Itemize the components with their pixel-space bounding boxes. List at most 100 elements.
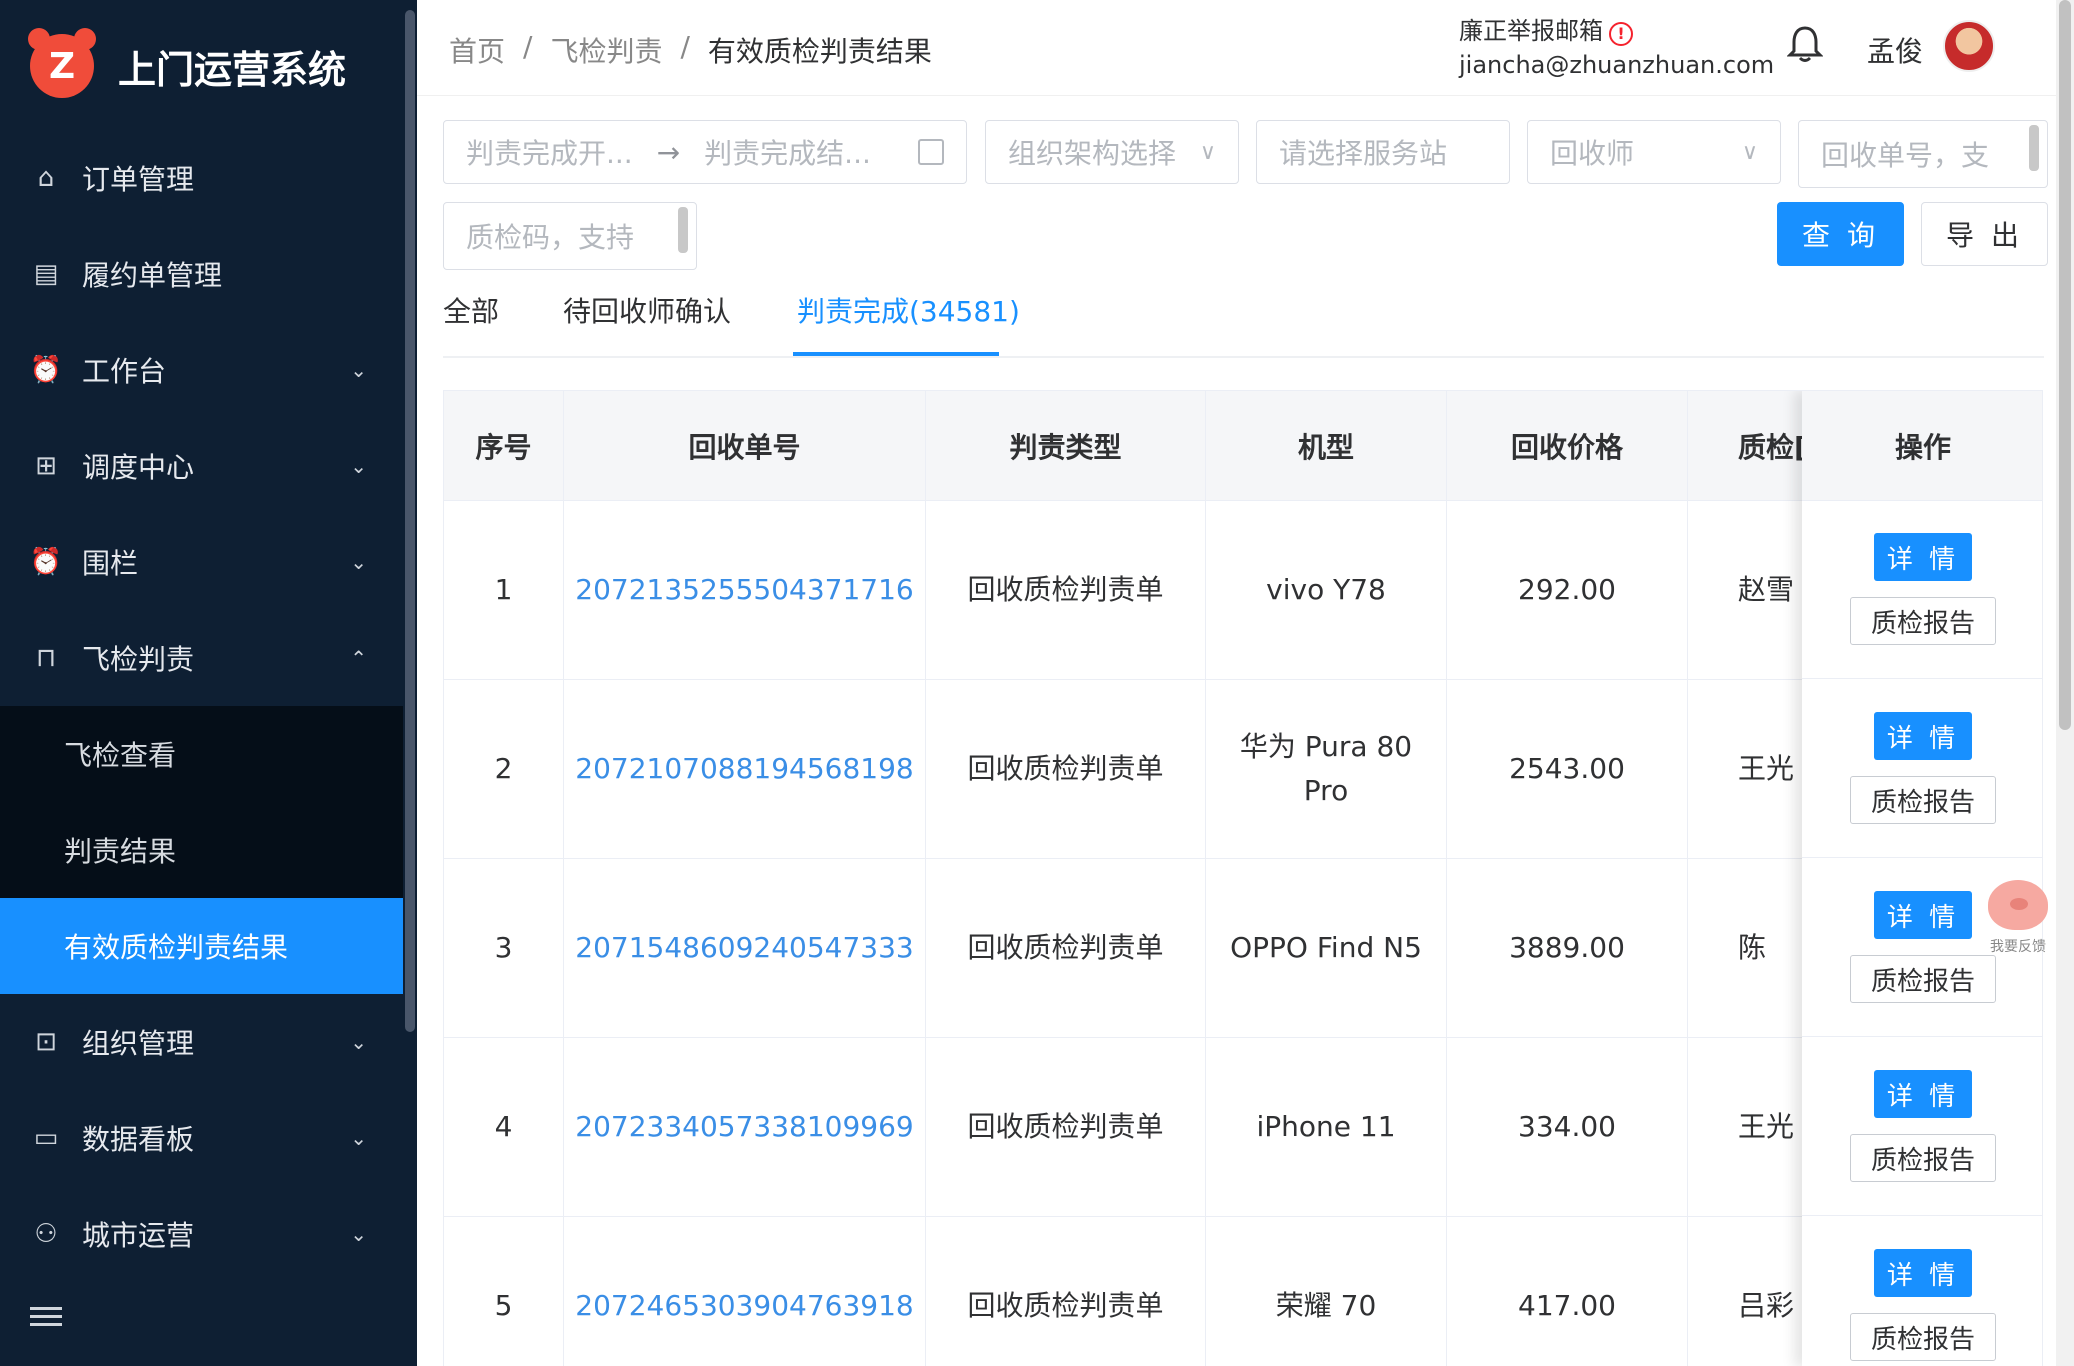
cell-order-no[interactable]: 2072465303904763918 (564, 1217, 926, 1366)
textarea-scrollbar[interactable] (2029, 125, 2039, 171)
header-operations: 操作 (1802, 391, 2042, 501)
tab-all[interactable]: 全部 (443, 290, 499, 330)
brand[interactable]: Z 上门运营系统 (28, 28, 347, 102)
results-table: 序号 回收单号 判责类型 机型 回收价格 质检[ 1 20721352555043… (443, 390, 2043, 1366)
qc-code-textarea[interactable]: 质检码，支持 (443, 202, 697, 270)
cell-order-no[interactable]: 2071548609240547333 (564, 859, 926, 1037)
sidebar-item-3[interactable]: ⊞ 调度中心 ⌄ (0, 418, 403, 514)
bell-icon[interactable] (1787, 24, 1823, 64)
chevron-icon: ⌃ (350, 646, 367, 670)
qc-report-button[interactable]: 质检报告 (1850, 1134, 1996, 1182)
sidebar-scrollbar[interactable] (403, 0, 417, 1366)
chevron-icon: ⌄ (350, 550, 367, 574)
submenu-item-1[interactable]: 判责结果 (0, 802, 403, 898)
avatar[interactable] (1943, 20, 1995, 72)
cell-price: 292.00 (1447, 501, 1688, 679)
qc-report-button[interactable]: 质检报告 (1850, 597, 1996, 645)
station-select[interactable]: 请选择服务站 (1256, 120, 1510, 184)
grid-icon: ⊞ (35, 451, 57, 481)
sidebar-item-bottom-1[interactable]: ▭ 数据看板 ⌄ (0, 1090, 403, 1186)
sidebar-item-0[interactable]: ⌂ 订单管理 (0, 130, 403, 226)
feedback-widget[interactable]: 我要反馈 (1978, 880, 2058, 970)
monitor-icon: ▭ (33, 1123, 59, 1153)
cell-price: 3889.00 (1447, 859, 1688, 1037)
cell-type: 回收质检判责单 (926, 501, 1206, 679)
cell-index: 5 (444, 1217, 564, 1366)
calendar-icon (918, 139, 944, 165)
home-icon: ⌂ (37, 163, 55, 193)
row-operations: 详 情质检报告 (1802, 1217, 2042, 1366)
breadcrumb-current: 有效质检判责结果 (707, 35, 932, 68)
chevron-icon: ⌄ (350, 454, 367, 478)
query-button[interactable]: 查 询 (1777, 202, 1904, 266)
row-operations: 详 情质检报告 (1802, 680, 2042, 858)
chevron-icon: ⌄ (350, 1126, 367, 1150)
report-mailbox[interactable]: 廉正举报邮箱! jiancha@zhuanzhuan.com (1459, 14, 1774, 82)
cell-type: 回收质检判责单 (926, 680, 1206, 858)
chevron-down-icon: ∨ (1199, 139, 1216, 165)
breadcrumb-home[interactable]: 首页 (449, 30, 505, 70)
sidebar-item-5[interactable]: ⊓ 飞检判责 ⌃ (0, 610, 403, 706)
org-select[interactable]: 组织架构选择 ∨ (985, 120, 1239, 184)
qc-report-button[interactable]: 质检报告 (1850, 1313, 1996, 1361)
sidebar-item-label: 组织管理 (82, 1027, 195, 1060)
recycler-select[interactable]: 回收师 ∨ (1527, 120, 1781, 184)
chevron-down-icon: ∨ (1741, 139, 1758, 165)
order-no-textarea[interactable]: 回收单号，支 (1798, 120, 2048, 188)
logo-icon: Z (28, 28, 96, 98)
cell-type: 回收质检判责单 (926, 1217, 1206, 1366)
cell-model: OPPO Find N5 (1206, 859, 1447, 1037)
detail-button[interactable]: 详 情 (1874, 1249, 1972, 1297)
cell-model: iPhone 11 (1206, 1038, 1447, 1216)
sidebar-item-label: 飞检判责 (82, 643, 195, 676)
detail-button[interactable]: 详 情 (1874, 533, 1972, 581)
detail-button[interactable]: 详 情 (1874, 712, 1972, 760)
operations-column: 操作 详 情质检报告详 情质检报告详 情质检报告详 情质检报告详 情质检报告 (1802, 391, 2042, 1366)
sidebar-item-bottom-0[interactable]: ⊡ 组织管理 ⌄ (0, 994, 403, 1090)
sidebar-item-label: 调度中心 (82, 451, 195, 484)
export-button[interactable]: 导 出 (1921, 202, 2048, 266)
submenu-item-2[interactable]: 有效质检判责结果 (0, 898, 403, 994)
cell-index: 3 (444, 859, 564, 1037)
sidebar: Z 上门运营系统 ⌂ 订单管理 ▤ 履约单管理 ⏰ 工作台 ⌄ ⊞ 调度中心 ⌄ ⏰ 围栏 ⌄ ⊓ 飞检判责… (0, 0, 417, 1366)
breadcrumb-parent[interactable]: 飞检判责 (550, 30, 662, 70)
sidebar-item-bottom-2[interactable]: ⚇ 城市运营 ⌄ (0, 1186, 403, 1282)
sidebar-item-label: 城市运营 (82, 1219, 195, 1252)
cell-order-no[interactable]: 2072107088194568198 (564, 680, 926, 858)
submenu-flight-check: 飞检查看 判责结果 有效质检判责结果 (0, 706, 403, 994)
main-scrollbar[interactable] (2056, 0, 2074, 1366)
sidebar-item-label: 工作台 (82, 355, 167, 388)
header-model: 机型 (1206, 391, 1447, 501)
header-type: 判责类型 (926, 391, 1206, 501)
cell-order-no[interactable]: 2072135255504371716 (564, 501, 926, 679)
header: 首页 / 飞检判责 / 有效质检判责结果 廉正举报邮箱! jiancha@zhu… (417, 0, 2074, 96)
user-name[interactable]: 孟俊 (1867, 30, 1923, 70)
cell-index: 1 (444, 501, 564, 679)
header-order-no: 回收单号 (564, 391, 926, 501)
textarea-scrollbar[interactable] (678, 207, 688, 253)
submenu-item-0[interactable]: 飞检查看 (0, 706, 403, 802)
detail-button[interactable]: 详 情 (1874, 1070, 1972, 1118)
detail-button[interactable]: 详 情 (1874, 891, 1972, 939)
qc-report-button[interactable]: 质检报告 (1850, 955, 1996, 1003)
breadcrumb: 首页 / 飞检判责 / 有效质检判责结果 (449, 30, 932, 70)
brand-title: 上门运营系统 (118, 47, 347, 92)
row-operations: 详 情质检报告 (1802, 1038, 2042, 1216)
lock-icon: ⊡ (35, 1027, 57, 1057)
sidebar-item-1[interactable]: ▤ 履约单管理 (0, 226, 403, 322)
report-email: jiancha@zhuanzhuan.com (1459, 51, 1775, 79)
cell-order-no[interactable]: 2072334057338109969 (564, 1038, 926, 1216)
sidebar-menu: ⌂ 订单管理 ▤ 履约单管理 ⏰ 工作台 ⌄ ⊞ 调度中心 ⌄ ⏰ 围栏 ⌄ ⊓ 飞检判责 ⌃ 飞检查看 判责结果… (0, 130, 403, 1282)
feedback-label: 我要反馈 (1990, 939, 2046, 955)
date-range-picker[interactable]: 判责完成开... → 判责完成结... (443, 120, 967, 184)
collapse-menu-icon[interactable] (30, 1302, 62, 1330)
tab-completed[interactable]: 判责完成(34581) (797, 290, 1020, 330)
cell-model: vivo Y78 (1206, 501, 1447, 679)
sidebar-item-2[interactable]: ⏰ 工作台 ⌄ (0, 322, 403, 418)
qc-report-button[interactable]: 质检报告 (1850, 776, 1996, 824)
cell-type: 回收质检判责单 (926, 1038, 1206, 1216)
sidebar-item-4[interactable]: ⏰ 围栏 ⌄ (0, 514, 403, 610)
chevron-icon: ⌄ (350, 1030, 367, 1054)
cell-model: 华为 Pura 80 Pro (1206, 680, 1447, 858)
tab-pending[interactable]: 待回收师确认 (563, 290, 731, 330)
